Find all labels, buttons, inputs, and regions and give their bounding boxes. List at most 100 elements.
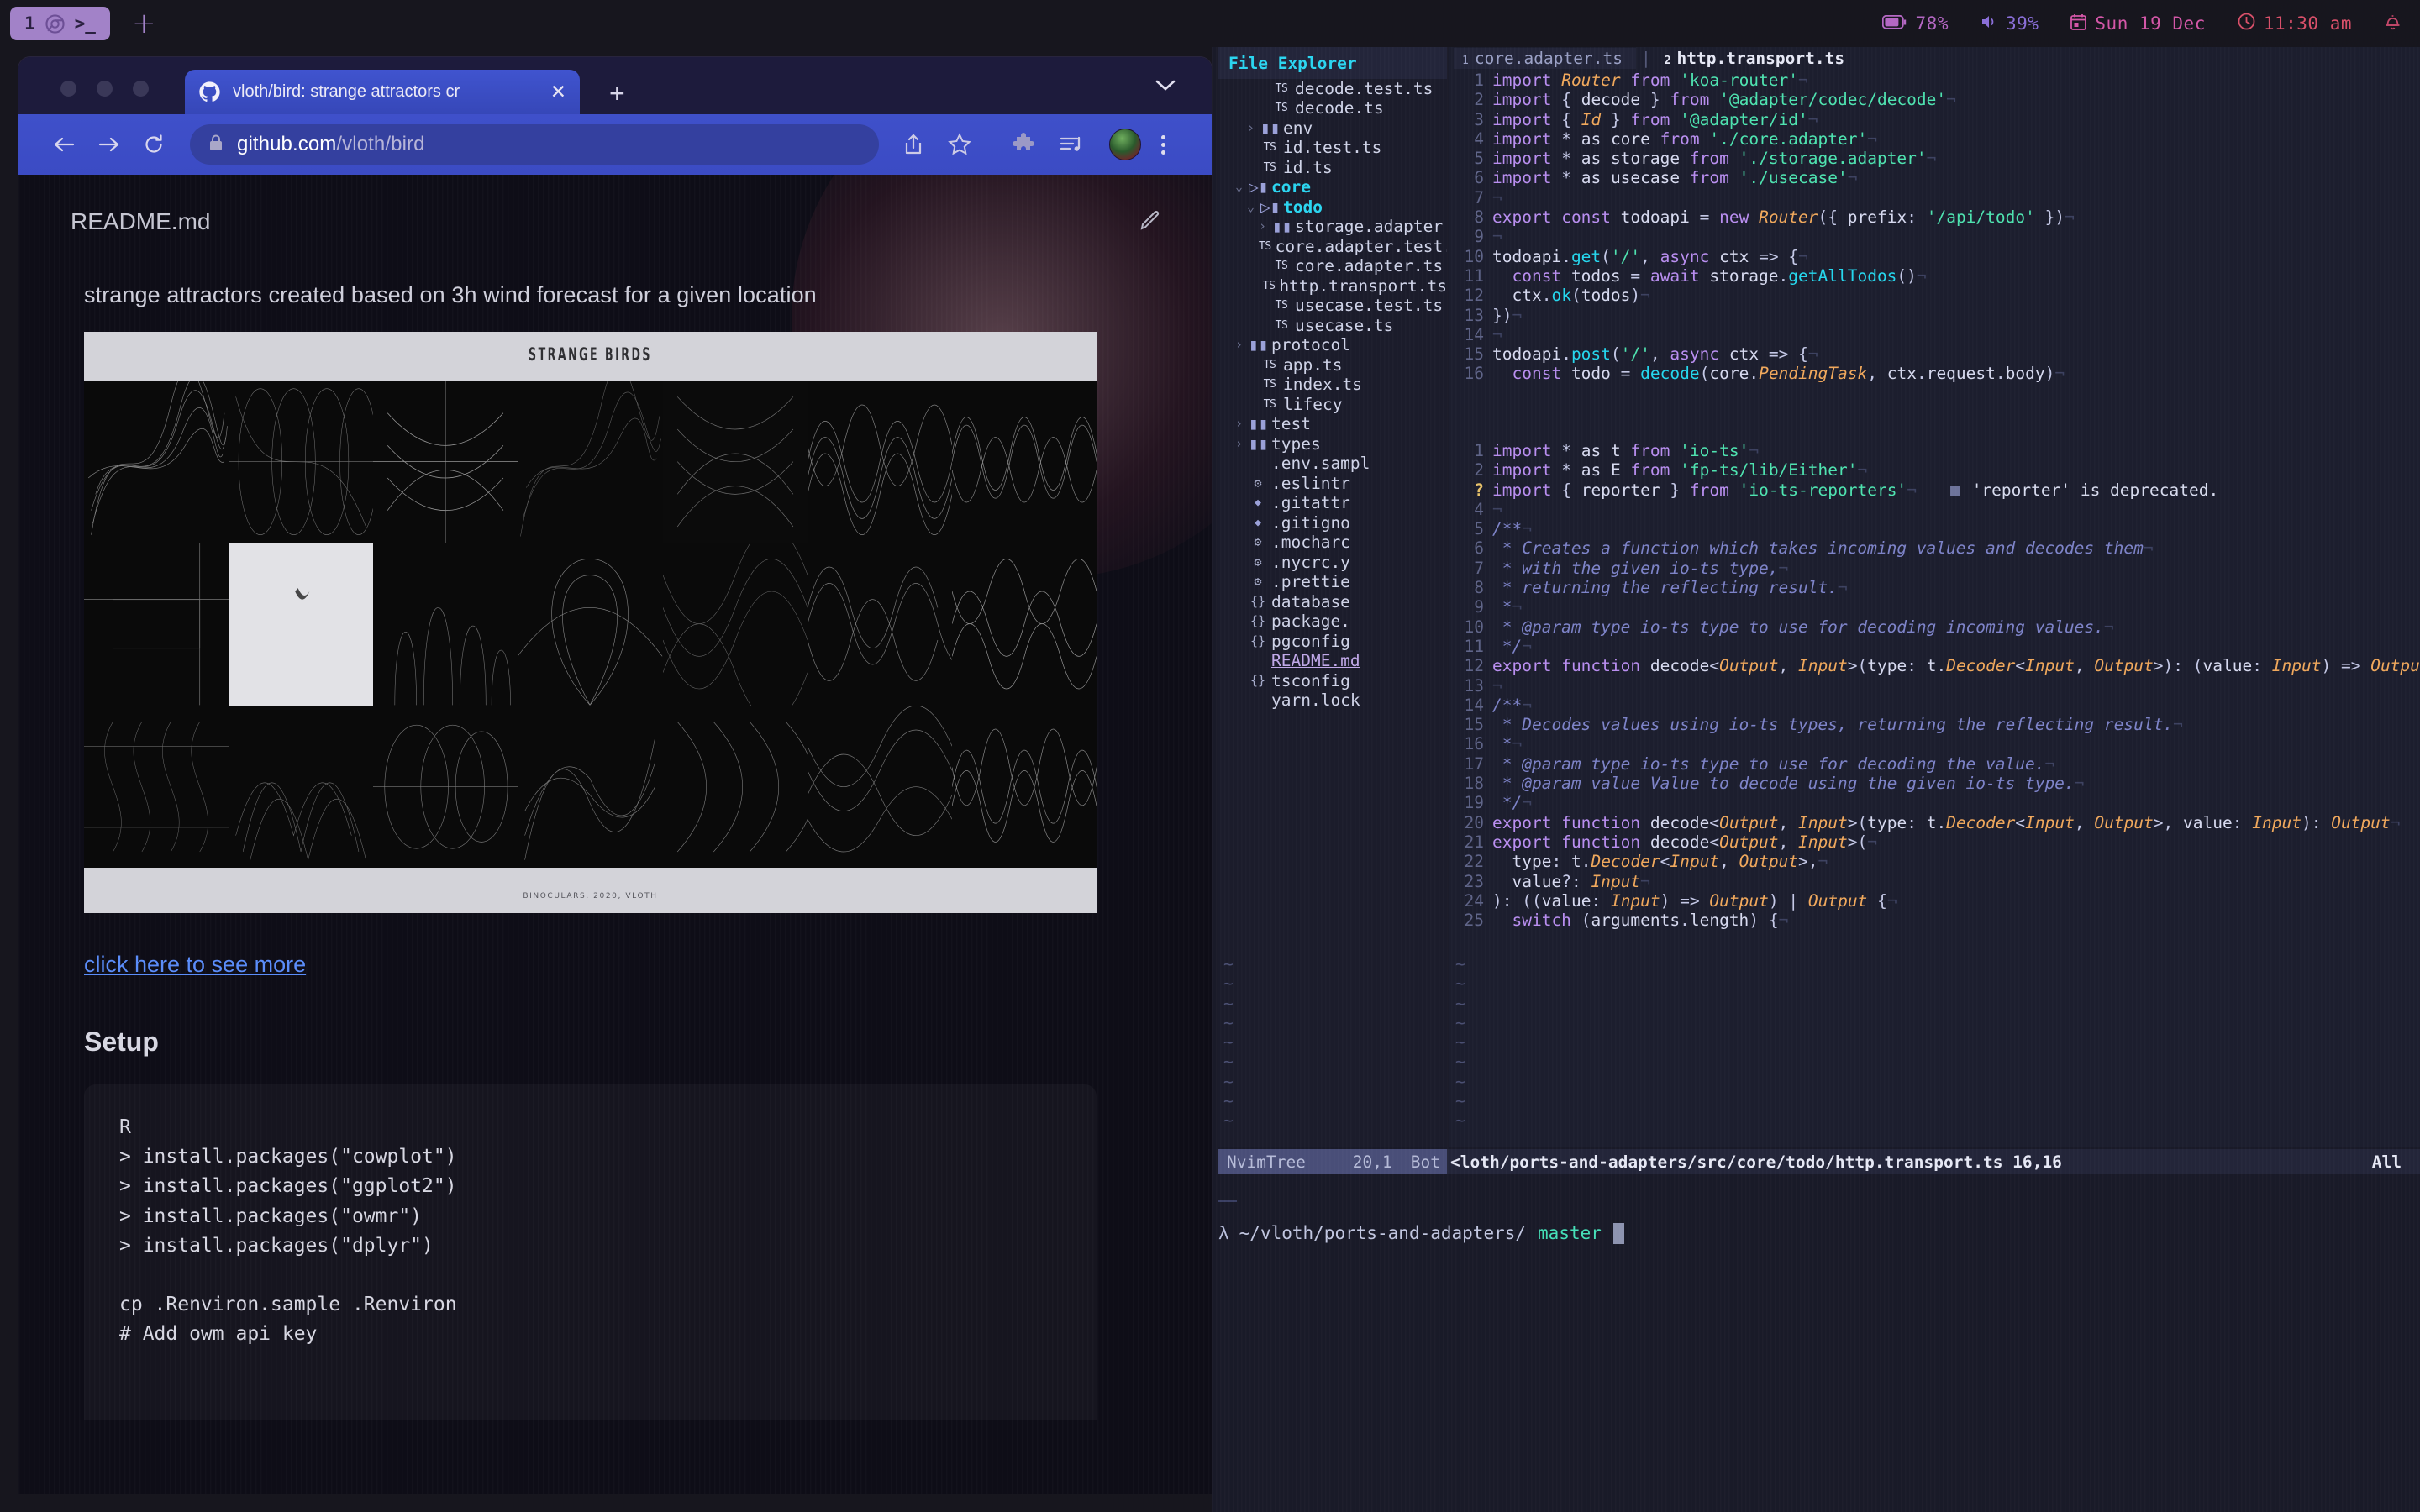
address-bar[interactable]: github.com/vloth/bird <box>190 124 879 165</box>
puzzle-icon[interactable] <box>1012 133 1035 156</box>
file-tree-item[interactable]: yarn.lock <box>1218 690 1447 711</box>
line-number: 11 <box>1464 265 1484 286</box>
prompt-symbol: λ <box>1218 1223 1229 1243</box>
code-line: 10 todoapi.get('/', async ctx => {¬ <box>1449 247 2420 266</box>
setup-code-block: R > install.packages("cowplot") > instal… <box>84 1084 1097 1420</box>
close-tab-button[interactable]: ✕ <box>547 82 566 102</box>
tree-expand-arrow[interactable]: ⌄ <box>1247 197 1260 218</box>
file-tree-item[interactable]: TS decode.test.ts <box>1218 79 1447 99</box>
code-line: 24): ((value: Input) => Output) | Output… <box>1449 891 2420 911</box>
file-tree-item[interactable]: TS usecase.test.ts <box>1218 296 1447 316</box>
file-tree-item[interactable]: {} tsconfig <box>1218 671 1447 691</box>
editor-buffer-bottom[interactable]: 1 import * as t from 'io-ts'¬ 2 import * as… <box>1449 438 2420 1147</box>
attractor-cell <box>518 381 663 543</box>
chevron-down-icon[interactable] <box>1155 79 1176 97</box>
file-tree-item[interactable]: ⚙ .eslintr <box>1218 474 1447 494</box>
line-number: 3 <box>1474 109 1484 129</box>
prompt-git-branch: master <box>1538 1223 1602 1243</box>
file-tree-label: protocol <box>1271 335 1350 354</box>
file-tree[interactable]: TS decode.test.ts TS decode.ts › ▮▮ env TS id.te… <box>1218 79 1447 711</box>
file-tree-item[interactable]: ◆ .gitigno <box>1218 513 1447 533</box>
tree-expand-arrow[interactable]: › <box>1247 118 1260 139</box>
file-tree-item[interactable]: ⚙ .nycrc.y <box>1218 553 1447 573</box>
editor-buffer-top[interactable]: 1 core.adapter.ts | 2 http.transport.ts 1 imp… <box>1449 47 2420 438</box>
new-tab-button[interactable]: + <box>609 80 625 107</box>
file-tree-item[interactable]: TS core.adapter.test.ts <box>1218 237 1447 257</box>
editor-tabline[interactable]: 1 core.adapter.ts | 2 http.transport.ts <box>1449 47 2420 69</box>
shell-divider <box>1218 1200 1237 1202</box>
empty-line-markers-left: ~ ~ ~ ~ ~ ~ ~ ~ ~ <box>1223 954 1234 1131</box>
volume-percent: 39% <box>2005 13 2039 34</box>
file-tree-item[interactable]: {} pgconfig <box>1218 632 1447 652</box>
date-status[interactable]: Sun 19 Dec <box>2054 13 2221 34</box>
file-tree-item[interactable]: › ▮▮ protocol <box>1218 335 1447 355</box>
file-tree-item[interactable]: TS decode.ts <box>1218 98 1447 118</box>
playlist-music-icon[interactable] <box>1059 134 1084 155</box>
see-more-link[interactable]: click here to see more <box>84 952 306 978</box>
file-tree-item[interactable]: ⌄ ▷▮ core <box>1218 177 1447 197</box>
file-tree-item[interactable]: › ▮▮ env <box>1218 118 1447 139</box>
close-window-button[interactable] <box>60 81 76 97</box>
file-tree-item[interactable]: README.md <box>1218 651 1447 671</box>
kebab-menu-icon[interactable] <box>1161 134 1165 155</box>
back-arrow-icon[interactable] <box>52 134 76 155</box>
shell-prompt[interactable]: λ ~/vloth/ports-and-adapters/ master <box>1218 1208 2420 1258</box>
file-tree-item[interactable]: TS lifecy <box>1218 395 1447 415</box>
share-icon[interactable] <box>902 133 924 156</box>
file-tree-item[interactable]: TS app.ts <box>1218 355 1447 375</box>
file-tree-item[interactable]: ⚙ .prettie <box>1218 572 1447 592</box>
profile-avatar[interactable] <box>1109 129 1141 160</box>
file-tree-item[interactable]: › ▮▮ types <box>1218 434 1447 454</box>
notifications-button[interactable] <box>2368 13 2405 35</box>
editor-tab[interactable]: 1 core.adapter.ts <box>1454 47 1636 69</box>
maximize-window-button[interactable] <box>133 81 149 97</box>
tree-expand-arrow[interactable]: ⌄ <box>1235 177 1249 197</box>
pencil-icon[interactable] <box>1139 209 1161 235</box>
new-workspace-button[interactable]: + <box>132 9 156 38</box>
tree-expand-arrow[interactable]: › <box>1235 335 1249 355</box>
clock-status[interactable]: 11:30 am <box>2222 13 2368 34</box>
code-line: 6 * Creates a function which takes incom… <box>1449 538 2420 558</box>
statusline-file-scroll: All <box>2371 1152 2402 1172</box>
file-tree-item[interactable]: TS id.ts <box>1218 158 1447 178</box>
file-explorer-panel[interactable]: File Explorer TS decode.test.ts TS decode.t… <box>1218 47 1447 1147</box>
time-label: 11:30 am <box>2263 13 2352 34</box>
file-tree-item[interactable]: {} database <box>1218 592 1447 612</box>
tree-expand-arrow[interactable]: › <box>1235 434 1249 454</box>
file-tree-item[interactable]: ⚙ .mocharc <box>1218 533 1447 553</box>
file-tree-item[interactable]: {} package. <box>1218 612 1447 632</box>
gear-icon: ⚙ <box>1254 475 1262 491</box>
file-tree-item[interactable]: .env.sampl <box>1218 454 1447 474</box>
file-tree-item[interactable]: › ▮▮ test <box>1218 414 1447 434</box>
reload-icon[interactable] <box>143 134 165 155</box>
file-tree-item[interactable]: TS core.adapter.ts <box>1218 256 1447 276</box>
attractor-cell <box>951 543 1097 706</box>
file-tree-item[interactable]: TS http.transport.ts <box>1218 276 1447 297</box>
file-tree-label: database <box>1271 591 1350 612</box>
folder-icon: ▮▮ <box>1249 335 1269 354</box>
file-tree-item[interactable]: ⌄ ▷▮ todo <box>1218 197 1447 218</box>
file-tree-item[interactable]: › ▮▮ storage.adapter <box>1218 217 1447 237</box>
tab-index: 2 <box>1664 54 1671 67</box>
file-tree-item[interactable]: TS usecase.ts <box>1218 316 1447 336</box>
forward-arrow-icon[interactable] <box>97 134 121 155</box>
editor-tab[interactable]: 2 http.transport.ts <box>1656 48 1858 69</box>
code-lines-bottom[interactable]: 1 import * as t from 'io-ts'¬ 2 import * as… <box>1449 438 2420 930</box>
code-lines-top[interactable]: 1 import Router from 'koa-router'¬ 2 import… <box>1449 69 2420 384</box>
window-controls[interactable] <box>60 81 149 97</box>
file-tree-item[interactable]: TS id.test.ts <box>1218 138 1447 158</box>
workspace-indicator[interactable]: 1 >_ <box>10 7 110 40</box>
browser-tab[interactable]: vloth/bird: strange attractors cr ✕ <box>185 70 580 114</box>
attractor-cell <box>229 381 374 543</box>
file-tree-item[interactable]: ◆ .gitattr <box>1218 493 1447 513</box>
star-icon[interactable] <box>948 133 971 156</box>
tree-expand-arrow[interactable]: › <box>1259 217 1272 237</box>
attractor-cell <box>518 543 663 706</box>
code-line: 12 export function decode<Output, Input>(… <box>1449 656 2420 675</box>
line-number: 6 <box>1474 538 1484 559</box>
battery-status[interactable]: 78% <box>1866 13 1965 34</box>
tree-expand-arrow[interactable]: › <box>1235 414 1249 434</box>
file-tree-item[interactable]: TS index.ts <box>1218 375 1447 395</box>
volume-status[interactable]: 39% <box>1965 13 2054 34</box>
minimize-window-button[interactable] <box>97 81 113 97</box>
